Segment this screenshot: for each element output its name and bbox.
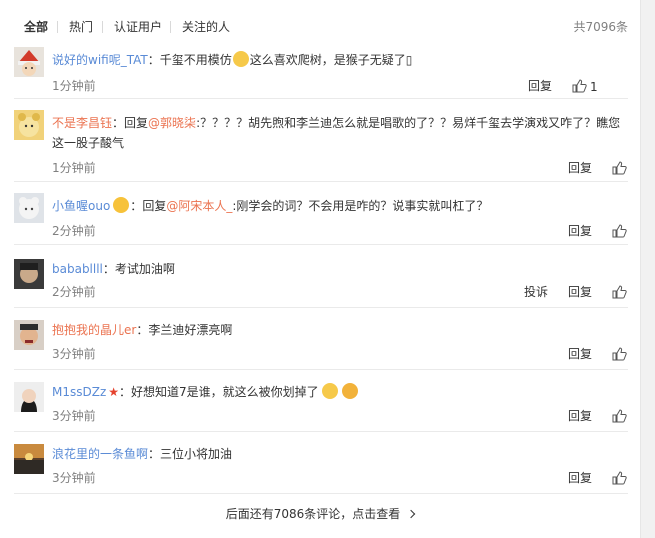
comment-item: bababllll：考试加油啊 2分钟前 投诉 回复: [14, 259, 628, 308]
like-button[interactable]: 1: [572, 79, 598, 94]
reply-button[interactable]: 回复: [568, 160, 592, 176]
like-button[interactable]: [612, 471, 628, 485]
comment-body: 好想知道7是谁，就这么被你划掉了: [131, 385, 319, 399]
username[interactable]: M1ssDZz: [52, 385, 106, 399]
like-button[interactable]: [612, 409, 628, 423]
reply-button[interactable]: 回复: [568, 223, 592, 239]
comment-actions: 回复: [568, 223, 628, 239]
avatar[interactable]: [14, 444, 44, 474]
comment-body: 千玺不用模仿: [159, 53, 232, 67]
timestamp: 2分钟前: [52, 285, 96, 299]
filter-tabs: 全部 热门 认证用户 关注的人 共7096条: [0, 0, 640, 42]
timestamp: 2分钟前: [52, 224, 96, 238]
username[interactable]: bababllll: [52, 262, 103, 276]
username[interactable]: 小鱼喔ouo: [52, 199, 110, 213]
smirk-emoji-icon: [341, 383, 358, 399]
comment-item: 说好的wifi呢_TAT：千玺不用模仿 这么喜欢爬树，是猴子无疑了▯ 1分钟前 回…: [14, 47, 628, 99]
report-button[interactable]: 投诉: [524, 284, 548, 300]
avatar[interactable]: [14, 47, 44, 77]
like-button[interactable]: [612, 224, 628, 238]
reply-button[interactable]: 回复: [568, 470, 592, 486]
thumbs-up-icon: [612, 224, 627, 238]
scrollbar[interactable]: [640, 0, 655, 538]
timestamp: 3分钟前: [52, 471, 96, 485]
comment-body: 李兰迪好漂亮啊: [148, 323, 233, 337]
comment-actions: 投诉 回复: [524, 284, 628, 300]
avatar[interactable]: [14, 110, 44, 140]
comment-actions: 回复 1: [528, 78, 628, 94]
comment-body: :刚学会的词？不会用是咋的？说事实就叫杠了？: [232, 199, 489, 213]
comment-body: 三位小将加油: [160, 447, 233, 461]
reply-button[interactable]: 回复: [528, 78, 552, 94]
thumbs-up-icon: [572, 79, 587, 93]
comment-text: 不是李昌钰：回复@郭晓柒:？？？？胡先煦和李兰迪怎么就是唱歌的了？？易烊千玺去学…: [52, 116, 621, 150]
comment-body: 这么喜欢爬树，是猴子无疑了▯: [249, 53, 413, 67]
mention-link[interactable]: @郭晓柒: [148, 116, 196, 130]
comment-actions: 回复: [568, 470, 628, 486]
comment-text: 说好的wifi呢_TAT：千玺不用模仿 这么喜欢爬树，是猴子无疑了▯: [52, 51, 413, 67]
like-button[interactable]: [612, 161, 628, 175]
comment-actions: 回复: [568, 160, 628, 176]
comment-actions: 回复: [568, 346, 628, 362]
tab-following[interactable]: 关注的人: [182, 19, 230, 35]
comment-body: 考试加油啊: [114, 262, 175, 276]
username[interactable]: 浪花里的一条鱼啊: [52, 447, 148, 461]
comment-item: 不是李昌钰：回复@郭晓柒:？？？？胡先煦和李兰迪怎么就是唱歌的了？？易烊千玺去学…: [14, 110, 628, 182]
thumbs-up-icon: [612, 347, 627, 361]
reply-button[interactable]: 回复: [568, 346, 592, 362]
thumbs-up-icon: [612, 161, 627, 175]
comment-text: 浪花里的一条鱼啊：三位小将加油: [52, 447, 233, 461]
comment-text: 小鱼喔ouo ：回复@阿宋本人_:刚学会的词？不会用是咋的？说事实就叫杠了？: [52, 197, 489, 213]
total-count: 共7096条: [573, 20, 628, 34]
username[interactable]: 抱抱我的晶儿er: [52, 323, 136, 337]
like-button[interactable]: [612, 285, 628, 299]
avatar[interactable]: [14, 193, 44, 223]
load-more-link[interactable]: 后面还有7086条评论，点击查看: [0, 497, 640, 531]
reply-button[interactable]: 回复: [568, 284, 592, 300]
tab-divider: [170, 21, 171, 33]
crown-badge-icon: [113, 197, 130, 213]
tab-hot[interactable]: 热门: [69, 19, 93, 35]
like-count: 1: [590, 80, 598, 94]
thumbs-up-icon: [612, 285, 627, 299]
tab-verified[interactable]: 认证用户: [114, 19, 162, 35]
username[interactable]: 说好的wifi呢_TAT: [52, 53, 148, 67]
comment-actions: 回复: [568, 408, 628, 424]
chevron-right-icon: [407, 509, 416, 519]
thumbs-up-icon: [612, 409, 627, 423]
tab-all[interactable]: 全部: [24, 19, 48, 35]
comment-item: 抱抱我的晶儿er：李兰迪好漂亮啊 3分钟前 回复: [14, 320, 628, 370]
avatar[interactable]: [14, 320, 44, 350]
like-button[interactable]: [612, 347, 628, 361]
username[interactable]: 不是李昌钰: [52, 116, 112, 130]
comment-panel: 全部 热门 认证用户 关注的人 共7096条 说好的wifi呢_TAT：千玺不用…: [0, 0, 640, 538]
comment-text: M1ssDZz ★：好想知道7是谁，就这么被你划掉了: [52, 382, 628, 402]
timestamp: 3分钟前: [52, 347, 96, 361]
comment-item: 小鱼喔ouo ：回复@阿宋本人_:刚学会的词？不会用是咋的？说事实就叫杠了？ 2分…: [14, 193, 628, 245]
timestamp: 3分钟前: [52, 409, 96, 423]
timestamp: 1分钟前: [52, 161, 96, 175]
tab-divider: [57, 21, 58, 33]
load-more-text: 后面还有7086条评论，点击查看: [225, 507, 401, 521]
reply-button[interactable]: 回复: [568, 408, 592, 424]
star-badge-icon: ★: [108, 385, 120, 399]
tab-divider: [102, 21, 103, 33]
thumbs-up-icon: [612, 471, 627, 485]
mention-link[interactable]: @阿宋本人_: [166, 199, 232, 213]
comment-text: bababllll：考试加油啊: [52, 262, 175, 276]
comment-item: 浪花里的一条鱼啊：三位小将加油 3分钟前 回复: [14, 444, 628, 494]
avatar[interactable]: [14, 259, 44, 289]
doge-emoji-icon: [232, 51, 249, 67]
timestamp: 1分钟前: [52, 79, 96, 93]
comment-item: M1ssDZz ★：好想知道7是谁，就这么被你划掉了 3分钟前 回复: [14, 382, 628, 432]
glasses-emoji-icon: [321, 383, 338, 399]
comment-text: 抱抱我的晶儿er：李兰迪好漂亮啊: [52, 323, 233, 337]
avatar[interactable]: [14, 382, 44, 412]
